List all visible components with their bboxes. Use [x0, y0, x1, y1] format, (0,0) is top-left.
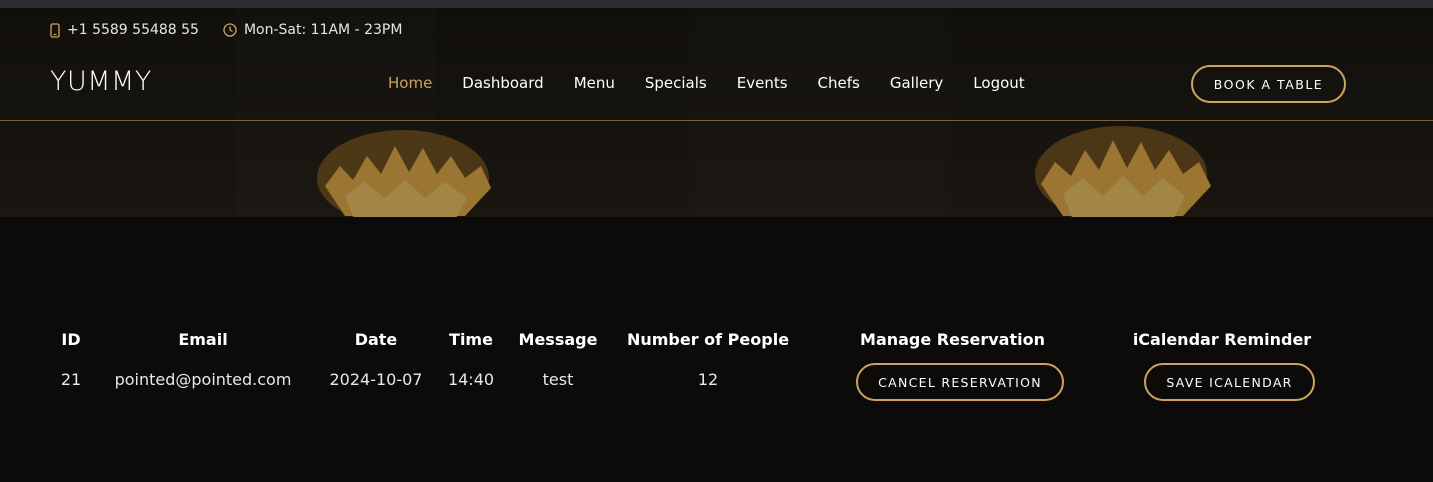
browser-top-strip [0, 0, 1433, 8]
save-icalendar-button[interactable]: SAVE ICALENDAR [1144, 363, 1315, 401]
cell-date: 2024-10-07 [329, 370, 423, 389]
phone-number: +1 5589 55488 55 [67, 22, 199, 38]
cell-people: 12 [697, 370, 719, 389]
nav-home[interactable]: Home [373, 74, 447, 92]
column-header-id: ID [61, 330, 81, 349]
nav-events[interactable]: Events [722, 74, 803, 92]
site-header: YUMMY Home Dashboard Menu Specials Event… [0, 52, 1433, 121]
hours-text: Mon-Sat: 11AM - 23PM [243, 22, 403, 38]
nav-dashboard[interactable]: Dashboard [447, 74, 558, 92]
column-header-email: Email [178, 330, 228, 349]
contact-topbar: +1 5589 55488 55 Mon-Sat: 11AM - 23PM [50, 8, 426, 52]
column-header-message: Message [518, 330, 598, 349]
cell-email: pointed@pointed.com [114, 370, 292, 389]
column-header-time: Time [449, 330, 493, 349]
cell-id: 21 [60, 370, 82, 389]
nav-logout[interactable]: Logout [958, 74, 1039, 92]
cell-time: 14:40 [447, 370, 495, 389]
phone-contact: +1 5589 55488 55 [50, 22, 199, 38]
nav-chefs[interactable]: Chefs [803, 74, 875, 92]
nav-gallery[interactable]: Gallery [875, 74, 958, 92]
nav-specials[interactable]: Specials [630, 74, 722, 92]
column-header-date: Date [354, 330, 398, 349]
main-navigation: Home Dashboard Menu Specials Events Chef… [373, 74, 1040, 92]
column-header-people: Number of People [626, 330, 790, 349]
phone-icon [50, 22, 60, 38]
column-header-icalendar: iCalendar Reminder [1132, 330, 1312, 349]
site-logo[interactable]: YUMMY [50, 66, 152, 97]
column-header-manage: Manage Reservation [860, 330, 1045, 349]
cancel-reservation-button[interactable]: CANCEL RESERVATION [856, 363, 1064, 401]
book-a-table-button[interactable]: BOOK A TABLE [1191, 65, 1346, 103]
clock-icon [223, 23, 237, 37]
nav-menu[interactable]: Menu [559, 74, 630, 92]
cell-message: test [542, 370, 574, 389]
opening-hours: Mon-Sat: 11AM - 23PM [223, 22, 402, 38]
